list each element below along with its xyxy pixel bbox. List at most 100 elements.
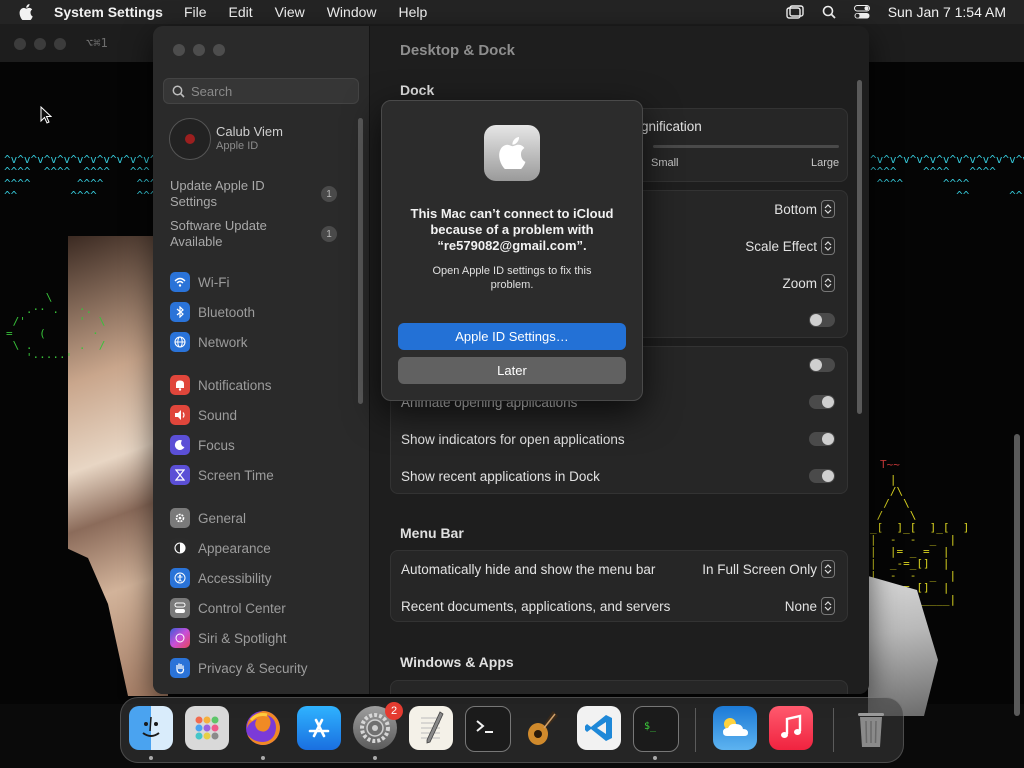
- finder-running-dot: [149, 756, 153, 760]
- sidebar-item-label: Appearance: [198, 540, 271, 556]
- sidebar-item-label: Control Center: [198, 600, 286, 616]
- speaker-icon: [170, 405, 190, 425]
- terminal-icon-2[interactable]: $_: [633, 706, 679, 752]
- sidebar-item-label: Sound: [198, 407, 238, 423]
- terminal-zoom-button[interactable]: [54, 38, 66, 50]
- finder-icon[interactable]: [129, 706, 173, 750]
- launchpad-icon[interactable]: [185, 706, 229, 750]
- menu-file[interactable]: File: [184, 4, 207, 20]
- sidebar-item-label: Siri & Spotlight: [198, 630, 287, 646]
- sidebar-scrollbar[interactable]: [358, 118, 363, 404]
- windows-apps-section-title: Windows & Apps: [400, 654, 514, 670]
- app-name-menu[interactable]: System Settings: [54, 4, 163, 20]
- settings-sidebar: Calub Viem Apple ID Update Apple ID Sett…: [153, 26, 370, 694]
- visual-studio-code-icon[interactable]: [577, 706, 621, 750]
- sidebar-item-sound[interactable]: Sound: [170, 404, 237, 426]
- minimize-effect-popup[interactable]: Scale Effect: [745, 237, 835, 255]
- autohide-menubar-label: Automatically hide and show the menu bar: [401, 561, 656, 577]
- system-settings-badge: 2: [385, 702, 403, 720]
- autohide-menubar-row: Automatically hide and show the menu bar…: [401, 556, 835, 582]
- terminal-title: ⌥⌘1: [86, 36, 108, 50]
- sidebar-item-control-center[interactable]: Control Center: [170, 597, 286, 619]
- sidebar-item-label: Network: [198, 334, 248, 350]
- minimize-effect-value: Scale Effect: [745, 238, 817, 254]
- sidebar-item-appearance[interactable]: Appearance: [170, 537, 271, 559]
- double-click-value: Zoom: [782, 275, 817, 291]
- music-icon[interactable]: [769, 706, 813, 750]
- moon-icon: [170, 435, 190, 455]
- sidebar-item-siri-spotlight[interactable]: Siri & Spotlight: [170, 627, 287, 649]
- sidebar-item-privacy-security[interactable]: Privacy & Security: [170, 657, 308, 679]
- textedit-icon[interactable]: [409, 706, 453, 750]
- sidebar-item-notifications[interactable]: Notifications: [170, 374, 272, 396]
- recent-docs-label: Recent documents, applications, and serv…: [401, 598, 671, 614]
- recent-apps-toggle[interactable]: [809, 469, 835, 483]
- terminal-minimize-button[interactable]: [34, 38, 46, 50]
- window-zoom-button[interactable]: [213, 44, 225, 56]
- menubar-clock[interactable]: Sun Jan 7 1:54 AM: [888, 4, 1006, 20]
- terminal-icon[interactable]: [465, 706, 511, 752]
- control-center-icon[interactable]: [853, 5, 870, 19]
- animate-toggle[interactable]: [809, 395, 835, 409]
- terminal-running-dot: [653, 756, 657, 760]
- sidebar-item-screen-time[interactable]: Screen Time: [170, 464, 274, 486]
- sidebar-item-label: General: [198, 510, 247, 526]
- autohide-dock-toggle[interactable]: [809, 358, 835, 372]
- search-input[interactable]: [189, 82, 369, 100]
- menu-edit[interactable]: Edit: [229, 4, 253, 20]
- sidebar-item-network[interactable]: Network: [170, 331, 248, 353]
- terminal-scrollbar[interactable]: [1014, 434, 1020, 716]
- menu-window[interactable]: Window: [327, 4, 377, 20]
- sidebar-item-bluetooth[interactable]: Bluetooth: [170, 301, 255, 323]
- app-store-icon[interactable]: [297, 706, 341, 750]
- system-settings-running-dot: [373, 756, 377, 760]
- avatar-dot-icon: [185, 134, 195, 144]
- sidebar-item-general[interactable]: General: [170, 507, 246, 529]
- dock: 2 $_: [120, 697, 904, 763]
- recent-docs-row: Recent documents, applications, and serv…: [401, 593, 835, 619]
- autohide-menubar-popup[interactable]: In Full Screen Only: [702, 560, 835, 578]
- menu-view[interactable]: View: [275, 4, 305, 20]
- accessibility-icon: [170, 568, 190, 588]
- apple-menu-icon[interactable]: [16, 4, 36, 20]
- sidebar-item-wifi[interactable]: Wi-Fi: [170, 271, 229, 293]
- indicators-toggle[interactable]: [809, 432, 835, 446]
- size-large-label: Large: [811, 157, 840, 169]
- sidebar-item-focus[interactable]: Focus: [170, 434, 235, 456]
- wifi-icon: [170, 272, 190, 292]
- trash-icon[interactable]: [849, 706, 893, 750]
- recent-docs-value: None: [784, 598, 817, 614]
- sidebar-item-update-apple-id[interactable]: Update Apple ID Settings: [170, 178, 310, 210]
- bluetooth-icon: [170, 302, 190, 322]
- appearance-icon: [170, 538, 190, 558]
- later-button[interactable]: Later: [398, 357, 626, 384]
- apple-id-settings-button[interactable]: Apple ID Settings…: [398, 323, 626, 350]
- window-close-button[interactable]: [173, 44, 185, 56]
- sidebar-item-label: Privacy & Security: [198, 660, 308, 676]
- content-scrollbar[interactable]: [857, 80, 862, 414]
- search-field[interactable]: [163, 78, 369, 104]
- dock-separator-2: [833, 708, 834, 752]
- update-apple-id-badge: 1: [321, 186, 337, 202]
- sidebar-item-label: Wi-Fi: [198, 274, 230, 290]
- garageband-icon[interactable]: [521, 706, 565, 750]
- firefox-icon[interactable]: [241, 706, 285, 750]
- recent-docs-popup[interactable]: None: [785, 597, 835, 615]
- sidebar-item-software-update[interactable]: Software Update Available: [170, 218, 310, 250]
- gear-icon: [170, 508, 190, 528]
- avatar[interactable]: [169, 118, 211, 160]
- menu-help[interactable]: Help: [399, 4, 428, 20]
- screen-mirroring-icon[interactable]: [785, 5, 804, 19]
- hourglass-icon: [170, 465, 190, 485]
- sidebar-item-accessibility[interactable]: Accessibility: [170, 567, 272, 589]
- menubar-group: Automatically hide and show the menu bar…: [390, 550, 848, 622]
- window-minimize-button[interactable]: [193, 44, 205, 56]
- terminal-close-button[interactable]: [14, 38, 26, 50]
- weather-icon[interactable]: [713, 706, 757, 750]
- apple-id-name[interactable]: Calub Viem: [216, 124, 283, 139]
- double-click-popup[interactable]: Zoom: [782, 274, 835, 292]
- minimize-into-icon-toggle[interactable]: [809, 313, 835, 327]
- magnification-slider[interactable]: [653, 145, 839, 148]
- position-popup[interactable]: Bottom: [774, 200, 835, 218]
- spotlight-search-icon[interactable]: [822, 5, 836, 19]
